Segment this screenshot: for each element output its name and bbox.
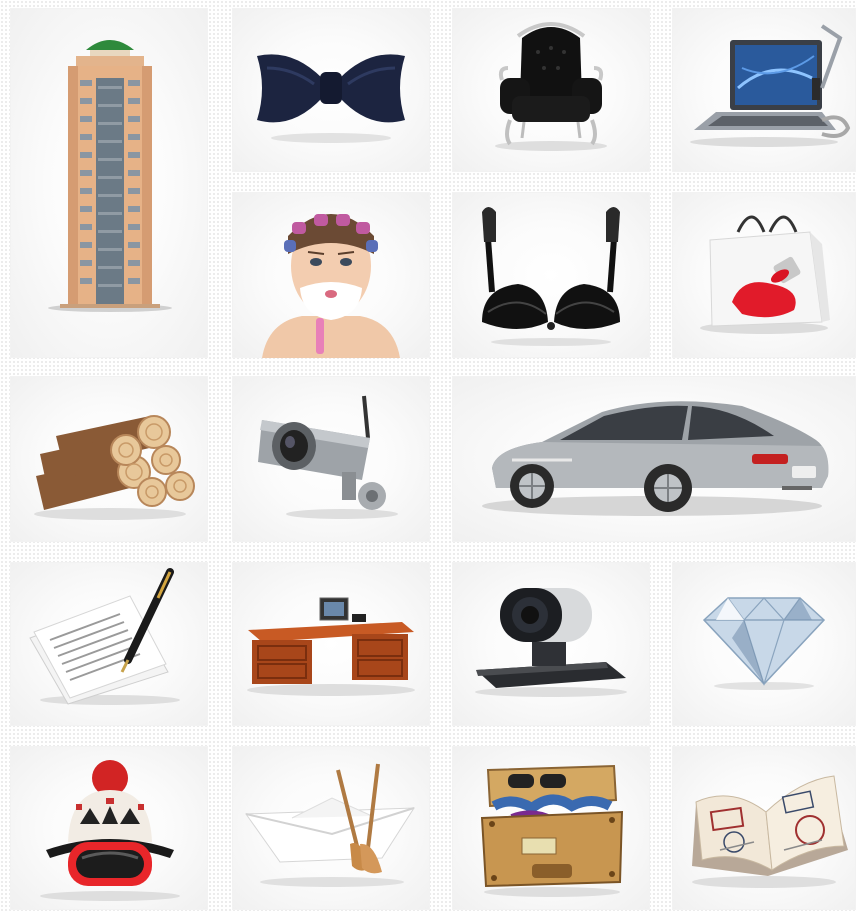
paper-boat-paddles-icon — [245, 763, 415, 887]
tile-video-conference-camera[interactable] — [452, 562, 650, 726]
tile-car[interactable] — [452, 376, 856, 542]
contract-pen-icon — [29, 568, 180, 705]
woman-shaving-icon — [262, 214, 400, 358]
passport-icon — [692, 775, 848, 888]
tile-paper-boat[interactable] — [232, 746, 430, 910]
tile-lingerie[interactable] — [452, 192, 650, 358]
tile-firewood[interactable] — [10, 376, 208, 542]
tile-security-camera[interactable] — [232, 376, 430, 542]
diamond-icon — [702, 597, 826, 690]
tile-office-desk[interactable] — [232, 562, 430, 726]
tile-bow-tie[interactable] — [232, 8, 430, 172]
product-image-grid — [0, 0, 856, 913]
bow-tie-icon — [257, 54, 405, 143]
video-conference-camera-icon — [475, 588, 627, 697]
tile-armchair[interactable] — [452, 8, 650, 172]
bra-icon — [482, 207, 620, 346]
tile-laptop[interactable] — [672, 8, 856, 172]
tile-diamond[interactable] — [672, 562, 856, 726]
laptop-tools-icon — [690, 24, 851, 147]
car-icon — [482, 401, 829, 516]
firewood-icon — [34, 415, 195, 520]
shopping-bag-paint-icon — [700, 215, 830, 334]
tile-building[interactable] — [10, 8, 208, 358]
suitcase-icon — [480, 764, 624, 897]
tile-woman-shaving[interactable] — [232, 192, 430, 358]
armchair-icon — [495, 22, 607, 151]
tile-shopping-bag[interactable] — [672, 192, 856, 358]
skyscraper-icon — [48, 40, 172, 312]
office-desk-icon — [247, 597, 415, 696]
tile-ski-gear[interactable] — [10, 746, 208, 910]
ski-hat-goggles-icon — [40, 760, 180, 901]
tile-suitcase[interactable] — [452, 746, 650, 910]
tile-contract[interactable] — [10, 562, 208, 726]
security-camera-icon — [258, 395, 398, 519]
tile-passport[interactable] — [672, 746, 856, 910]
